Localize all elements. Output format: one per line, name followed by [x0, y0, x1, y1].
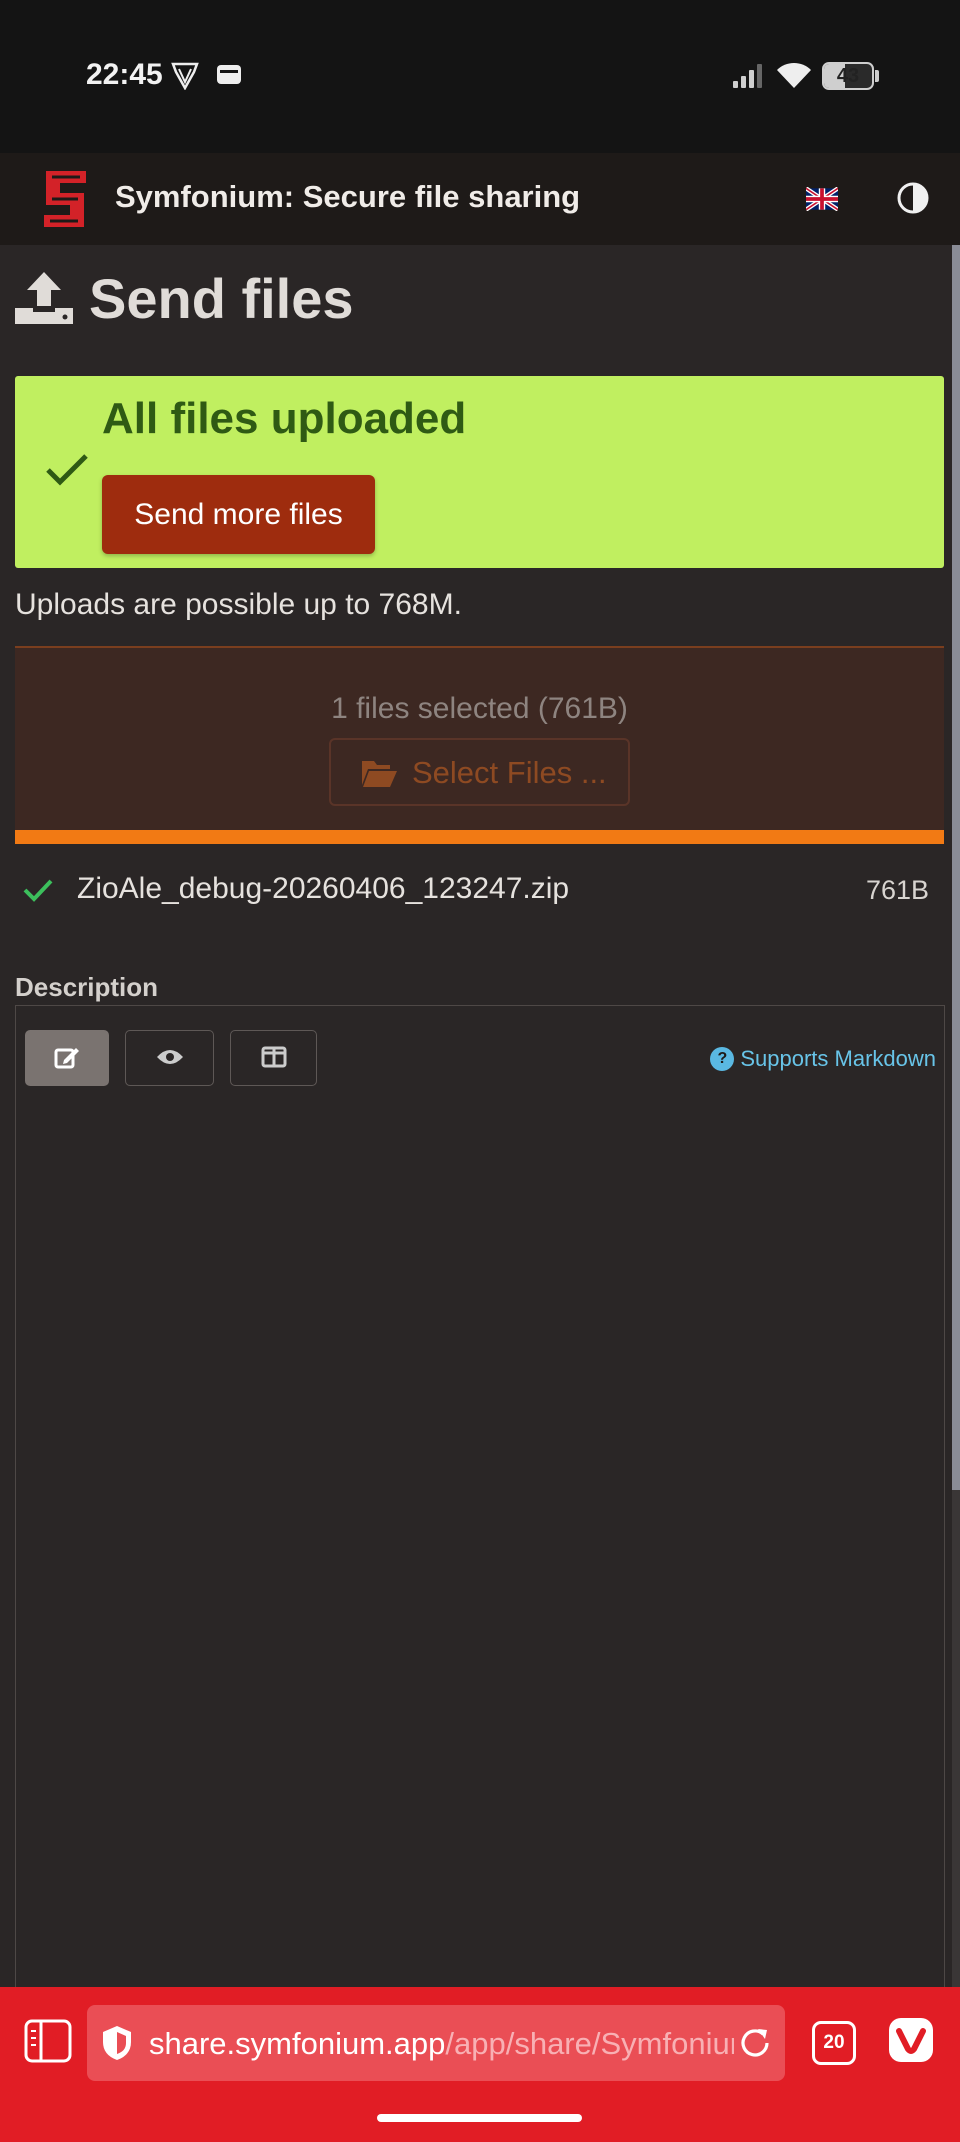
edit-icon: [54, 1047, 80, 1073]
supports-markdown-link[interactable]: ? Supports Markdown: [710, 1046, 936, 1074]
reload-icon[interactable]: [737, 2025, 773, 2066]
file-list-item: ZioAle_debug-20260406_123247.zip 761B: [15, 866, 944, 916]
url-host: share.symfonium.app: [149, 2026, 446, 2061]
wallet-icon: [215, 60, 243, 93]
supports-markdown-label: Supports Markdown: [740, 1046, 936, 1071]
panel-toggle-icon[interactable]: [24, 2019, 72, 2068]
wifi-icon: [776, 60, 812, 95]
split-view-button[interactable]: [230, 1030, 317, 1086]
signal-icon: [733, 64, 765, 95]
battery-icon: 43: [822, 62, 874, 90]
upload-limit-text: Uploads are possible up to 768M.: [15, 588, 462, 621]
url-path: /app/share/Symfonium: [445, 2026, 734, 2061]
contrast-icon[interactable]: [896, 181, 930, 220]
app-title[interactable]: Symfonium: Secure file sharing: [115, 179, 580, 215]
status-time: 22:45: [86, 58, 163, 91]
url-text[interactable]: share.symfonium.app/app/share/Symfonium: [149, 2026, 734, 2062]
description-label: Description: [15, 972, 159, 1002]
browser-toolbar: share.symfonium.app/app/share/Symfonium …: [0, 1987, 960, 2142]
page-title: Send files: [89, 267, 354, 330]
edit-mode-button[interactable]: [25, 1030, 109, 1086]
preview-mode-button[interactable]: [125, 1030, 214, 1086]
preview-icon: [156, 1049, 184, 1070]
scrollbar-thumb[interactable]: [952, 245, 960, 1490]
select-files-label: Select Files ...: [412, 755, 607, 790]
files-selected-text: 1 files selected (761B): [331, 692, 628, 725]
check-icon: [45, 452, 89, 493]
select-files-button[interactable]: Select Files ...: [329, 738, 630, 806]
address-bar[interactable]: share.symfonium.app/app/share/Symfonium: [87, 2005, 785, 2081]
vivaldi-menu-icon[interactable]: [888, 2017, 934, 2068]
file-dropzone[interactable]: 1 files selected (761B) Select Files ...: [15, 646, 944, 830]
file-size: 761B: [865, 875, 929, 905]
question-circle-icon: ?: [710, 1047, 735, 1071]
status-bar: 22:45 43: [0, 0, 960, 153]
description-editor[interactable]: ? Supports Markdown: [15, 1005, 945, 2005]
file-name: ZioAle_debug-20260406_123247.zip: [77, 872, 570, 905]
home-indicator[interactable]: [377, 2114, 582, 2122]
send-more-files-button[interactable]: Send more files: [102, 475, 375, 554]
tab-counter[interactable]: 20: [812, 2021, 856, 2065]
english-flag-icon[interactable]: [804, 186, 840, 216]
symfonium-logo[interactable]: [38, 167, 92, 236]
vpn-shield-icon: [170, 60, 200, 95]
upload-complete-icon: [23, 878, 53, 907]
upload-icon: [15, 270, 73, 331]
folder-open-icon: [360, 757, 398, 792]
tracker-shield-icon[interactable]: [101, 2025, 133, 2066]
app-header: Symfonium: Secure file sharing: [0, 153, 960, 245]
battery-level: 43: [836, 65, 860, 87]
success-title: All files uploaded: [102, 394, 467, 443]
upload-success-alert: All files uploaded Send more files: [15, 376, 944, 568]
split-view-icon: [261, 1046, 287, 1071]
upload-progress-bar: [15, 830, 944, 844]
